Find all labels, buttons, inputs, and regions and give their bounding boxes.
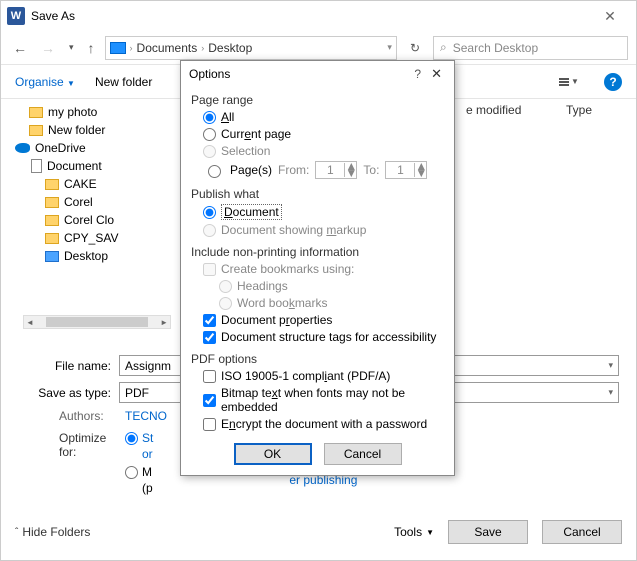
authors-value[interactable]: TECNO (125, 409, 167, 423)
help-icon[interactable]: ? (604, 73, 622, 91)
col-type[interactable]: Type (566, 103, 626, 117)
from-spinner[interactable]: 1▲▼ (315, 161, 357, 179)
iso-check[interactable]: ISO 19005-1 compliant (PDF/A) (203, 369, 444, 383)
onedrive-icon (15, 143, 30, 153)
folder-tree: my photo New folder OneDrive Document CA… (1, 99, 173, 341)
close-icon[interactable]: ✕ (590, 8, 630, 25)
folder-icon (45, 197, 59, 208)
tools-menu[interactable]: Tools▼ (394, 525, 434, 539)
folder-icon (45, 251, 59, 262)
new-folder-button[interactable]: New folder (95, 75, 152, 89)
folder-icon (29, 125, 43, 136)
include-label: Include non-printing information (191, 245, 444, 259)
refresh-icon[interactable]: ↻ (403, 36, 427, 60)
authors-label: Authors: (59, 409, 119, 423)
selection-radio: Selection (203, 144, 444, 158)
hide-folders-button[interactable]: ˆHide Folders (15, 525, 90, 539)
savetype-label: Save as type: (15, 386, 111, 400)
search-input[interactable]: ⌕ Search Desktop (433, 36, 628, 60)
crumb-documents[interactable]: Documents (137, 41, 198, 55)
chevron-down-icon[interactable]: ▾ (387, 42, 392, 53)
col-date[interactable]: e modified (466, 103, 566, 117)
chevron-down-icon[interactable]: ▾ (65, 40, 78, 55)
pdf-options-label: PDF options (191, 352, 444, 366)
tree-item[interactable]: my photo (29, 103, 173, 121)
save-button[interactable]: Save (448, 520, 528, 544)
tree-item[interactable]: Document (31, 157, 173, 175)
tree-item[interactable]: New folder (29, 121, 173, 139)
help-icon[interactable]: ? (408, 67, 427, 81)
folder-icon (45, 215, 59, 226)
tree-item[interactable]: CAKE (45, 175, 173, 193)
encrypt-check[interactable]: Encrypt the document with a password (203, 417, 444, 431)
organise-menu[interactable]: Organise ▼ (15, 75, 75, 89)
tree-item[interactable]: Corel Clo (45, 211, 173, 229)
cancel-button[interactable]: Cancel (542, 520, 622, 544)
document-markup-radio: Document showing markup (203, 223, 444, 237)
document-radio[interactable]: Document (203, 204, 444, 220)
chevron-down-icon[interactable]: ▾ (608, 387, 613, 398)
all-radio[interactable]: All (203, 110, 444, 124)
tree-item[interactable]: OneDrive (15, 139, 173, 157)
close-icon[interactable]: ✕ (427, 66, 446, 82)
options-dialog: Options ? ✕ Page range All Current page … (180, 60, 455, 476)
cancel-button[interactable]: Cancel (324, 443, 402, 465)
dialog-titlebar: Options ? ✕ (181, 61, 454, 87)
optimize-label: Optimize for: (59, 431, 119, 459)
page-range-label: Page range (191, 93, 444, 107)
doc-properties-check[interactable]: Document properties (203, 313, 444, 327)
back-icon[interactable]: ← (9, 38, 31, 58)
to-spinner[interactable]: 1▲▼ (385, 161, 427, 179)
forward-icon: → (37, 38, 59, 58)
optimize-minimum-radio[interactable]: M (125, 465, 153, 479)
folder-icon (45, 233, 59, 244)
tree-item[interactable]: Corel (45, 193, 173, 211)
chevron-right-icon[interactable]: › (201, 43, 204, 53)
pages-radio[interactable]: Page(s) From: 1▲▼ To: 1▲▼ (203, 161, 444, 179)
headings-radio: Headings (219, 279, 444, 293)
search-placeholder: Search Desktop (453, 41, 538, 55)
search-icon: ⌕ (440, 40, 447, 55)
bookmarks-check: Create bookmarks using: (203, 262, 444, 276)
horizontal-scrollbar[interactable]: ◄► (23, 315, 171, 329)
document-icon (31, 159, 42, 173)
titlebar: W Save As ✕ (1, 1, 636, 31)
tree-item-selected[interactable]: Desktop (45, 247, 173, 265)
chevron-right-icon[interactable]: › (130, 43, 133, 53)
folder-icon (29, 107, 43, 118)
drive-icon (110, 42, 126, 54)
doc-tags-check[interactable]: Document structure tags for accessibilit… (203, 330, 444, 344)
dialog-title: Options (189, 67, 408, 81)
word-bookmarks-radio: Word bookmarks (219, 296, 444, 310)
up-icon[interactable]: ↑ (84, 38, 99, 58)
optimize-standard-radio[interactable]: St (125, 431, 153, 445)
bitmap-check[interactable]: Bitmap text when fonts may not be embedd… (203, 386, 444, 414)
breadcrumb[interactable]: › Documents › Desktop ▾ (105, 36, 397, 60)
view-mode-button[interactable]: ▼ (554, 73, 584, 91)
ok-button[interactable]: OK (234, 443, 312, 465)
folder-icon (45, 179, 59, 190)
chevron-down-icon[interactable]: ▾ (608, 360, 613, 371)
word-icon: W (7, 7, 25, 25)
window-title: Save As (31, 9, 590, 23)
publish-what-label: Publish what (191, 187, 444, 201)
crumb-desktop[interactable]: Desktop (208, 41, 252, 55)
tree-item[interactable]: CPY_SAV (45, 229, 173, 247)
filename-label: File name: (15, 359, 111, 373)
footer: ˆHide Folders Tools▼ Save Cancel (1, 514, 636, 550)
current-page-radio[interactable]: Current page (203, 127, 444, 141)
